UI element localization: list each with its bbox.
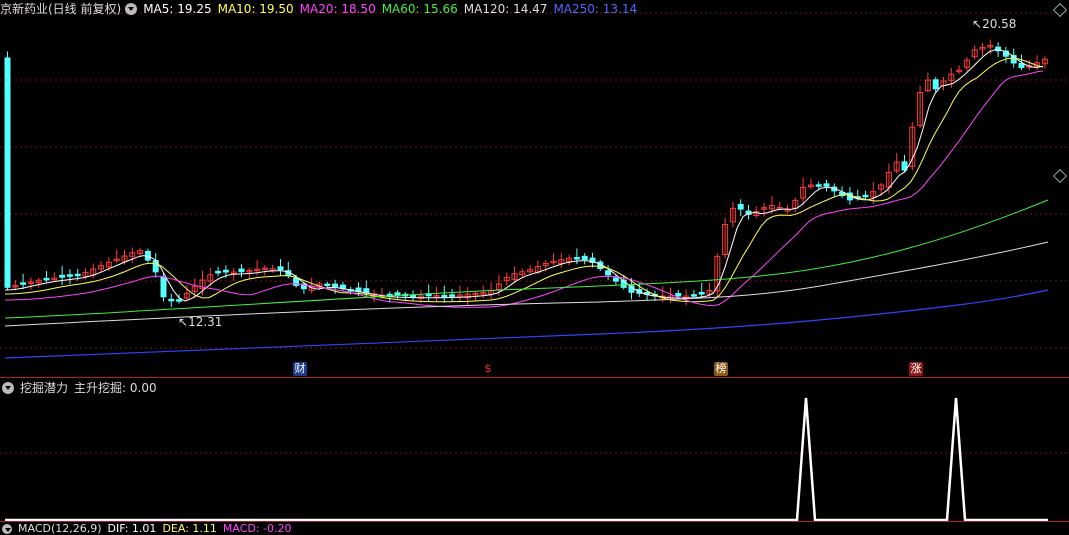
low-price-label: ↖12.31 [178,315,223,329]
candle-body [160,276,167,298]
macd-header: MACD(12,26,9) DIF: 1.01 DEA: 1.11 MACD: -0.… [2,523,298,535]
main-chart-header: 京新药业(日线 前复权) MA5: 19.25 MA10: 19.50 MA20: 1… [0,1,643,17]
candle-body [59,274,66,278]
limit-up-marker[interactable]: 涨 [909,362,923,376]
candle-body [605,270,612,276]
candle-body [573,257,580,260]
candle-body [277,266,284,271]
candle-body [675,293,682,297]
ma120-indicator: MA120: 14.47 [463,2,548,16]
sub-indicator-panel[interactable]: 挖掘潜力 主升挖掘: 0.00 [0,378,1069,522]
macd-dif: DIF: 1.01 [107,522,157,535]
macd-dea: DEA: 1.11 [162,522,217,535]
candle-body [612,277,619,282]
candle-body [4,57,11,288]
sub-indicator-chart [0,397,1069,522]
macd-title: MACD(12,26,9) [18,522,102,535]
candle-body [74,273,81,277]
high-price-label: ↖20.58 [972,17,1017,31]
panel-separator [0,521,1069,522]
candle-body [222,269,229,273]
sub-indicator-header: 挖掘潜力 主升挖掘: 0.00 [2,380,163,396]
ma10-line [4,57,1044,303]
candle-body [690,294,697,297]
sub-indicator-value: 主升挖掘: 0.00 [74,381,157,395]
rank-marker[interactable]: 榜 [714,362,728,376]
ma5-line [4,49,1044,302]
candle-body [581,255,588,261]
candle-body [823,183,830,187]
ma250-indicator: MA250: 13.14 [553,2,638,16]
candle-body [43,277,50,281]
candle-body [449,294,456,297]
candle-body [441,294,448,298]
candle-body [932,79,939,90]
dividend-marker[interactable]: $ [481,362,495,376]
candle-body [815,184,822,187]
candle-body [20,282,27,285]
candle-body [168,298,175,302]
candle-body [324,283,331,287]
macd-value: MACD: -0.20 [222,522,292,535]
sub-indicator-title: 挖掘潜力 [20,381,69,395]
main-chart-panel[interactable]: 京新药业(日线 前复权) MA5: 19.25 MA10: 19.50 MA20: 1… [0,0,1069,378]
candle-body [363,288,370,294]
ma60-indicator: MA60: 15.66 [381,2,458,16]
candle-body [1018,62,1025,68]
candle-body [737,203,744,210]
chevron-down-icon[interactable] [125,3,138,15]
candle-body [176,299,183,302]
indicator-line [5,397,1048,522]
ma5-indicator: MA5: 19.25 [143,2,212,16]
stock-title: 京新药业(日线 前复权) [0,2,122,16]
chevron-down-icon[interactable] [2,382,14,394]
candlestick-chart[interactable] [0,0,1069,378]
candle-body [332,283,339,288]
candle-body [215,270,222,274]
ma20-indicator: MA20: 18.50 [299,2,376,16]
finance-marker[interactable]: 财 [293,362,307,376]
candle-body [698,292,705,295]
candle-body [238,268,245,273]
candle-body [862,194,869,198]
candle-body [66,274,73,277]
candle-body [410,294,417,298]
ma10-indicator: MA10: 19.50 [217,2,294,16]
